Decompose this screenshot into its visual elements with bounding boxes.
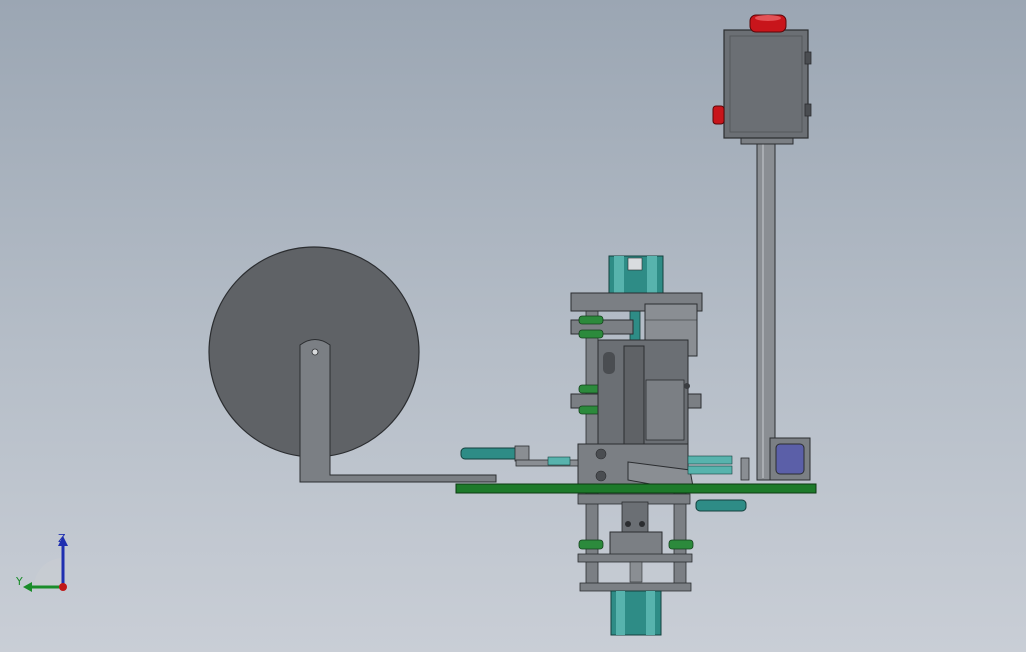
base-plate[interactable]: [455, 483, 817, 494]
machine-assembly-model[interactable]: [0, 0, 1026, 652]
cad-viewport[interactable]: Z Y: [0, 0, 1026, 652]
warning-light[interactable]: [749, 14, 787, 33]
orientation-triad: Z Y: [15, 532, 68, 592]
y-axis-label: Y: [15, 575, 23, 588]
control-box-pole[interactable]: [756, 139, 776, 481]
x-axis-dot: [59, 583, 67, 591]
emergency-stop-button[interactable]: [712, 105, 725, 125]
side-cylinder-left[interactable]: [460, 445, 579, 467]
sensor-block[interactable]: [740, 437, 811, 481]
bottom-cylinder[interactable]: [610, 590, 662, 636]
control-box[interactable]: [723, 29, 812, 145]
z-axis-label: Z: [58, 532, 66, 545]
